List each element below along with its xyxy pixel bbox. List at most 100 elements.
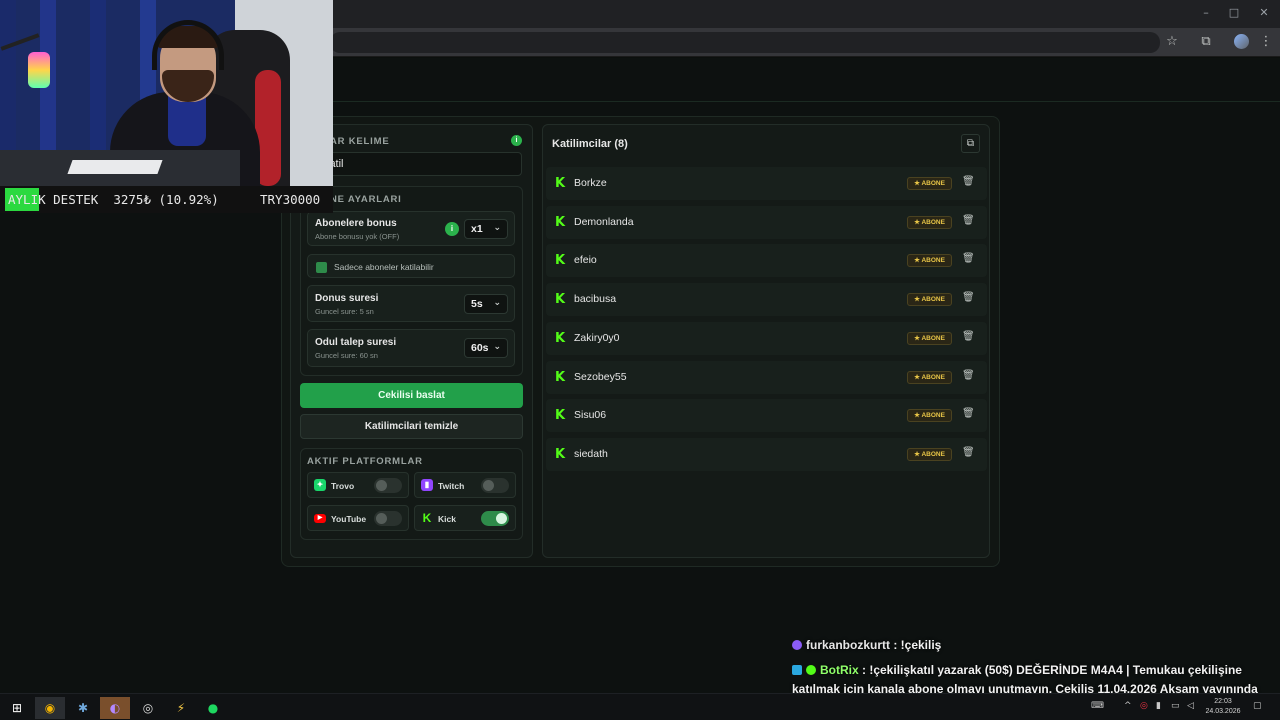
donation-ticker: AYLIK DESTEK 3275₺ (10.92%) TRY30000 <box>0 186 333 213</box>
streamer-shirt <box>168 96 206 146</box>
platform-name: Twitch <box>438 481 465 491</box>
trash-icon[interactable]: 🗑 <box>962 253 975 267</box>
sub-bonus-info-icon[interactable]: i <box>445 222 459 236</box>
copy-icon[interactable]: ⧉ <box>961 134 980 153</box>
chat-text: : !çekiliş <box>890 638 942 652</box>
ticker-text: AYLIK DESTEK 3275₺ (10.92%) <box>8 192 219 207</box>
bookmark-star-icon[interactable]: ☆ <box>1164 34 1180 50</box>
keyword-input[interactable]: iskatil <box>307 152 522 176</box>
keyboard <box>67 160 163 174</box>
windows-start-icon[interactable]: ⊞ <box>2 697 32 719</box>
verified-badge-icon <box>806 665 816 675</box>
kick-icon: K <box>555 331 566 346</box>
platform-twitch: ▮ Twitch <box>414 472 516 498</box>
kick-icon: K <box>555 176 566 191</box>
clock-time: 22:03 <box>1214 698 1232 705</box>
sub-bonus-title: Abonelere bonus <box>315 218 397 229</box>
chat-username: furkanbozkurtt <box>806 638 890 652</box>
ticker-goal: TRY30000 <box>260 192 321 207</box>
participant-row: K Borkze ★ ABONE 🗑 <box>546 167 987 200</box>
bot-badge-icon <box>792 665 802 675</box>
chat-message: furkanbozkurtt : !çekiliş <box>792 638 941 652</box>
menu-dots-icon[interactable]: ⋮ <box>1258 34 1274 50</box>
start-giveaway-button[interactable]: Cekilisi baslat <box>300 383 523 408</box>
subscriber-badge: ★ ABONE <box>907 448 952 461</box>
app-icon[interactable]: ⚡ <box>166 697 196 719</box>
tray-app-icon[interactable]: ◎ <box>1140 701 1148 711</box>
close-icon[interactable]: ✕ <box>1254 6 1274 19</box>
duration-value: 5s <box>471 298 483 310</box>
system-clock[interactable]: 22:03 24.03.2026 <box>1203 697 1243 717</box>
spotify-icon[interactable]: ● <box>198 697 228 719</box>
mic-icon[interactable]: ▮ <box>1156 701 1161 711</box>
kick-icon: K <box>555 370 566 385</box>
trovo-toggle[interactable] <box>374 478 402 493</box>
trash-icon[interactable]: 🗑 <box>962 408 975 422</box>
subscriber-badge: ★ ABONE <box>907 293 952 306</box>
platform-name: Kick <box>438 514 456 524</box>
participant-name: Demonlanda <box>574 216 634 228</box>
network-icon[interactable]: ▭ <box>1171 701 1180 711</box>
participant-name: Sezobey55 <box>574 371 627 383</box>
kick-icon: K <box>555 253 566 268</box>
only-subs-label: Sadece aboneler katilabilir <box>334 262 434 272</box>
only-subs-row[interactable]: Sadece aboneler katilabilir <box>307 254 515 278</box>
participant-row: K Zakiry0y0 ★ ABONE 🗑 <box>546 322 987 355</box>
notification-icon[interactable]: ▢ <box>1253 701 1262 711</box>
steam-icon[interactable]: ◎ <box>133 697 163 719</box>
participant-name: Sisu06 <box>574 409 607 421</box>
user-badge-icon <box>792 640 802 650</box>
page-header <box>330 58 1280 102</box>
twitch-icon: ▮ <box>421 479 433 491</box>
subscriber-badge: ★ ABONE <box>907 332 952 345</box>
trash-icon[interactable]: 🗑 <box>962 370 975 384</box>
duration-title: Donus suresi <box>315 293 379 304</box>
sub-bonus-value: x1 <box>471 223 483 235</box>
trovo-icon: ✦ <box>314 479 326 491</box>
profile-avatar[interactable] <box>1234 34 1249 49</box>
participant-row: Kbacibusa ★ ABONE 🗑 <box>546 283 987 316</box>
youtube-toggle[interactable] <box>374 511 402 526</box>
chat-username: BotRix <box>820 663 859 677</box>
extensions-icon[interactable]: ⧉ <box>1198 34 1214 50</box>
participant-name: siedath <box>574 448 608 460</box>
tray-chevron-icon[interactable]: ^ <box>1124 701 1132 711</box>
platform-youtube: ▶ YouTube <box>307 505 409 531</box>
duration-select[interactable]: 5s ⌄ <box>464 294 508 314</box>
platform-name: Trovo <box>331 481 355 491</box>
streaming-app-icon[interactable]: ◐ <box>100 697 130 719</box>
claim-time-subtitle: Guncel sure: 60 sn <box>315 351 378 360</box>
participant-row: K Sezobey55 ★ ABONE 🗑 <box>546 361 987 394</box>
address-bar[interactable] <box>330 32 1160 53</box>
info-icon[interactable]: i <box>511 135 522 146</box>
kick-toggle[interactable] <box>481 511 509 526</box>
participants-title: Katilimcilar (8) <box>552 138 628 150</box>
headset-icon <box>152 20 224 70</box>
chrome-icon[interactable]: ◉ <box>35 697 65 719</box>
sub-bonus-row: Abonelere bonus Abone bonusu yok (OFF) i… <box>307 211 515 246</box>
claim-time-select[interactable]: 60s ⌄ <box>464 338 508 358</box>
sub-bonus-select[interactable]: x1 ⌄ <box>464 219 508 239</box>
participant-row: K Sisu06 ★ ABONE 🗑 <box>546 399 987 432</box>
clear-participants-button[interactable]: Katilimcilari temizle <box>300 414 523 439</box>
subscriber-badge: ★ ABONE <box>907 254 952 267</box>
duration-row: Donus suresi Guncel sure: 5 sn 5s ⌄ <box>307 285 515 322</box>
trash-icon[interactable]: 🗑 <box>962 176 975 190</box>
minimize-icon[interactable]: – <box>1196 6 1216 19</box>
app-icon[interactable]: ✱ <box>68 697 98 719</box>
participant-row: Ksiedath ★ ABONE 🗑 <box>546 438 987 471</box>
only-subs-checkbox[interactable] <box>316 262 327 273</box>
volume-icon[interactable]: ◁ <box>1187 701 1194 711</box>
taskbar: ⊞ ◉ ✱ ◐ ◎ ⚡ ● ⌨ ^ ◎ ▮ ▭ ◁ 22:03 24.03.20… <box>0 693 1280 720</box>
trash-icon[interactable]: 🗑 <box>962 292 975 306</box>
participant-name: efeio <box>574 254 597 266</box>
keyboard-icon[interactable]: ⌨ <box>1091 701 1104 711</box>
subscriber-badge: ★ ABONE <box>907 177 952 190</box>
maximize-icon[interactable]: □ <box>1224 6 1244 19</box>
keyword-label: AR KELIME <box>330 136 390 147</box>
platforms-label: AKTIF PLATFORMLAR <box>307 456 423 467</box>
twitch-toggle[interactable] <box>481 478 509 493</box>
trash-icon[interactable]: 🗑 <box>962 447 975 461</box>
trash-icon[interactable]: 🗑 <box>962 331 975 345</box>
trash-icon[interactable]: 🗑 <box>962 215 975 229</box>
